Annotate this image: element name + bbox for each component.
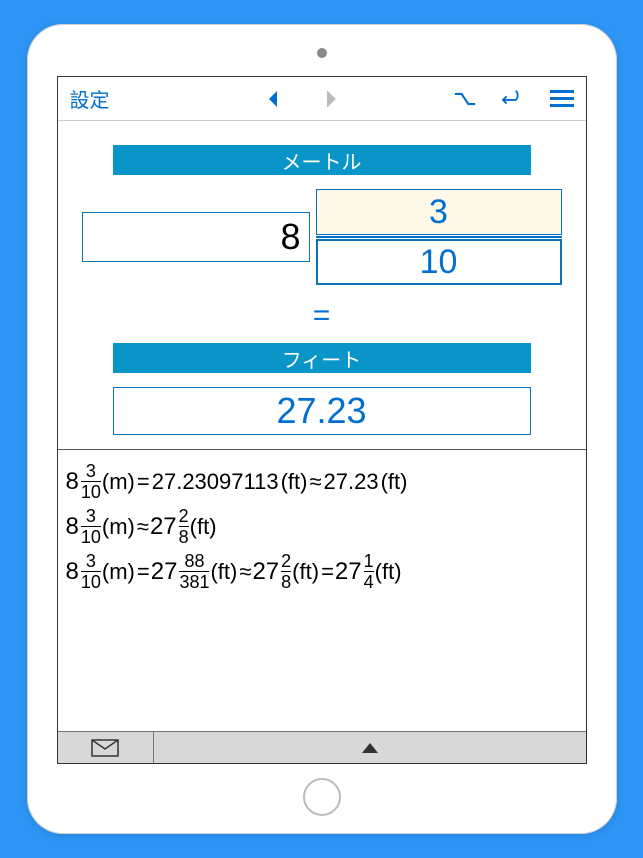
expand-button[interactable] [154,732,586,763]
fraction-input: 3 10 [316,189,562,285]
results-panel: 8310 (m) = 27.23097113 (ft) ≈ 27.23 (ft)… [58,449,586,731]
menu-icon[interactable] [550,90,574,107]
conversion-panel: メートル 8 3 10 = フィート 27.23 [58,121,586,449]
result-line-2: 8310 (m) ≈ 2728 (ft) [66,507,578,546]
toolbar: 設定 [58,77,586,121]
equals-sign: = [313,299,331,333]
caret-up-icon [362,743,378,753]
fraction-bar [316,236,562,238]
result-output: 27.23 [113,387,531,435]
result-line-1: 8310 (m) = 27.23097113 (ft) ≈ 27.23 (ft) [66,462,578,501]
next-icon [320,88,342,110]
settings-button[interactable]: 設定 [70,84,110,113]
mail-button[interactable] [58,732,154,763]
app-screen: 設定 メートル [57,76,587,764]
option-icon[interactable] [454,88,476,110]
mail-icon [91,739,119,757]
denominator-input[interactable]: 10 [316,239,562,285]
undo-icon[interactable] [502,88,524,110]
from-unit-bar[interactable]: メートル [113,145,531,175]
numerator-input[interactable]: 3 [316,189,562,235]
tablet-frame: 設定 メートル [27,24,617,834]
whole-input[interactable]: 8 [82,212,310,262]
to-unit-bar[interactable]: フィート [113,343,531,373]
front-camera [317,48,327,58]
input-row: 8 3 10 [82,189,562,285]
result-line-3: 8310 (m) = 2788381 (ft) ≈ 2728 (ft) = 27… [66,552,578,591]
home-button[interactable] [303,778,341,816]
prev-icon[interactable] [262,88,284,110]
bottom-bar [58,731,586,763]
